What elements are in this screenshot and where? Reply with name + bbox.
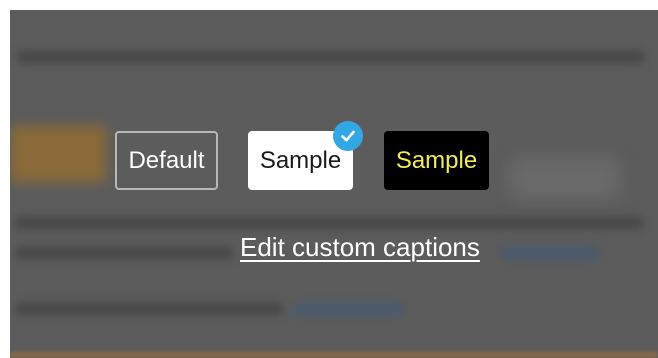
blurred-text-line (14, 216, 644, 230)
caption-style-label: Sample (395, 146, 478, 174)
caption-style-label: Sample (259, 146, 342, 174)
blurred-footer-strip (10, 352, 658, 358)
caption-settings-screen: Default Sample Sample Edit custom captio… (0, 0, 658, 358)
blurred-link (500, 246, 600, 260)
blurred-hint (510, 158, 620, 198)
caption-style-label: Default (128, 146, 205, 174)
blurred-text-line (14, 246, 234, 260)
blurred-link (292, 302, 404, 316)
caption-style-default[interactable]: Default (115, 131, 218, 190)
edit-custom-captions-link[interactable]: Edit custom captions (240, 232, 498, 263)
blurred-text-line (16, 50, 646, 64)
checkmark-icon (341, 130, 355, 142)
caption-style-black-yellow[interactable]: Sample (384, 131, 489, 190)
blurred-text-line (14, 302, 284, 316)
blurred-button (10, 126, 106, 182)
check-circle-icon (333, 121, 363, 151)
